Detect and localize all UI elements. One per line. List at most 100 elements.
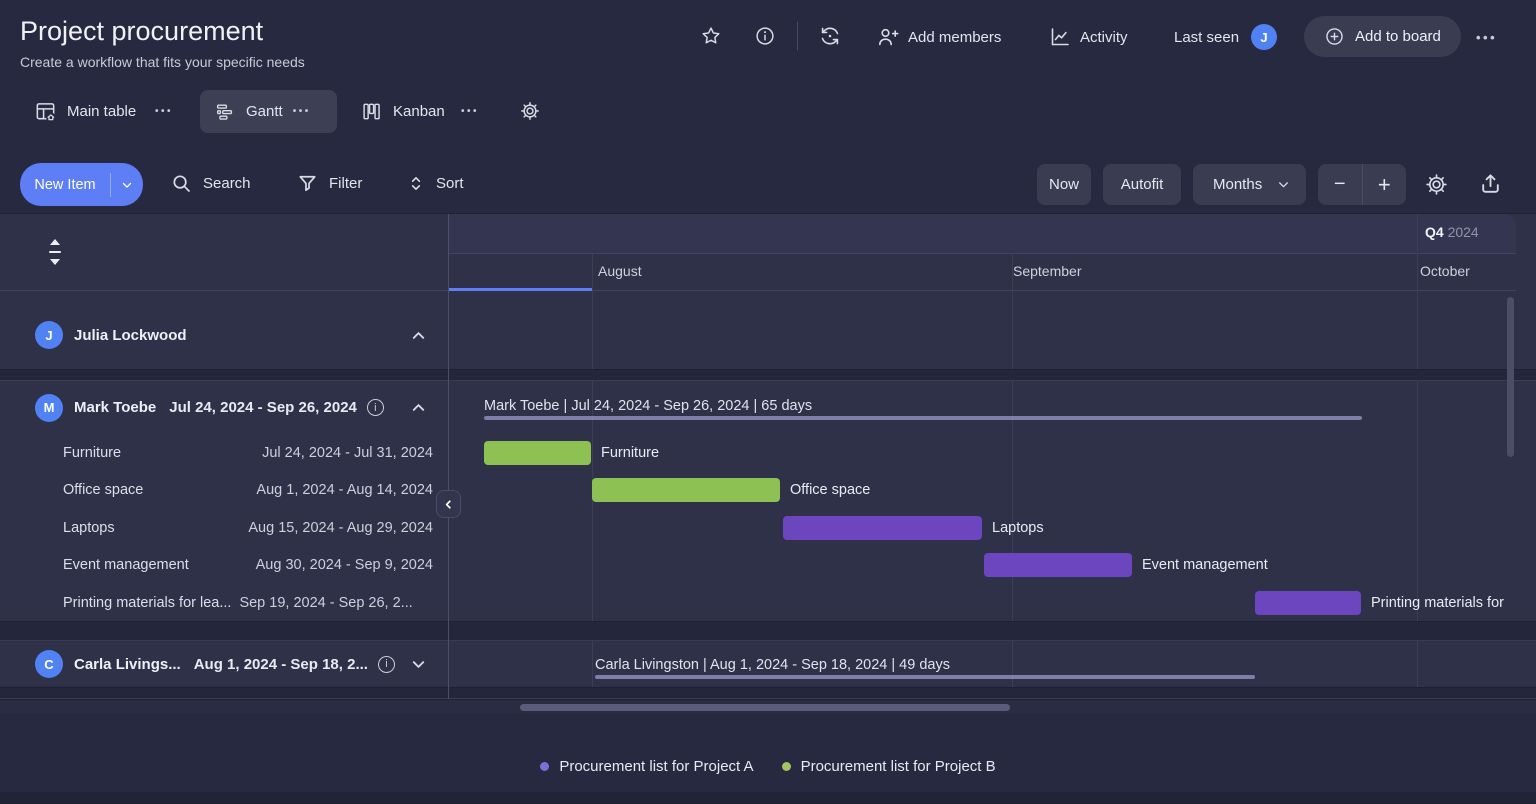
task-name: Office space bbox=[63, 482, 143, 498]
zoom-in-button[interactable]: + bbox=[1363, 172, 1407, 198]
new-item-split-button[interactable]: New Item bbox=[20, 163, 143, 206]
star-icon bbox=[700, 25, 722, 47]
avatar-julia: J bbox=[35, 321, 63, 349]
sort-label: Sort bbox=[436, 175, 464, 192]
group-summary-carla: Carla Livingston | Aug 1, 2024 - Sep 18,… bbox=[595, 656, 950, 674]
gantt-icon bbox=[214, 101, 236, 123]
table-home-icon bbox=[34, 100, 57, 123]
tab-kanban-label: Kanban bbox=[393, 103, 445, 120]
row-height-icon bbox=[44, 237, 66, 267]
hscrollbar-thumb[interactable] bbox=[520, 704, 1010, 711]
zoom-out-button[interactable]: − bbox=[1318, 173, 1362, 196]
export-button[interactable] bbox=[1478, 171, 1503, 196]
tab-gantt-label: Gantt bbox=[246, 103, 283, 120]
gantt-settings-button[interactable] bbox=[1424, 172, 1449, 197]
gantt-bar-label: Furniture bbox=[601, 444, 659, 462]
task-dates: Aug 15, 2024 - Aug 29, 2024 bbox=[248, 520, 433, 536]
search-button[interactable]: Search bbox=[170, 172, 251, 195]
page-title: Project procurement bbox=[20, 16, 263, 47]
task-row-laptops[interactable]: Laptops Aug 15, 2024 - Aug 29, 2024 bbox=[0, 509, 448, 546]
main-table-more-icon[interactable]: ••• bbox=[155, 106, 173, 117]
now-label: Now bbox=[1049, 176, 1079, 193]
chevron-up-icon[interactable] bbox=[409, 326, 428, 345]
task-name: Furniture bbox=[63, 445, 121, 461]
last-seen-label: Last seen bbox=[1174, 29, 1239, 46]
vscrollbar-thumb[interactable] bbox=[1507, 297, 1514, 457]
task-row-office-space[interactable]: Office space Aug 1, 2024 - Aug 14, 2024 bbox=[0, 471, 448, 508]
now-button[interactable]: Now bbox=[1037, 164, 1091, 205]
kanban-more-icon[interactable]: ••• bbox=[461, 106, 479, 117]
gantt-more-icon[interactable]: ••• bbox=[293, 106, 311, 117]
group-name-carla: Carla Livings... bbox=[74, 656, 181, 673]
board-legend: Procurement list for Project A Procureme… bbox=[0, 758, 1536, 775]
tab-gantt[interactable]: Gantt ••• bbox=[200, 90, 337, 133]
zoom-unit-select[interactable]: Months bbox=[1193, 164, 1306, 205]
task-name: Event management bbox=[63, 557, 189, 573]
new-item-button[interactable]: New Item bbox=[20, 177, 110, 193]
activity-button[interactable]: Activity bbox=[1048, 24, 1128, 50]
sort-button[interactable]: Sort bbox=[406, 172, 464, 195]
timeline-header-border bbox=[0, 290, 1516, 291]
favorite-button[interactable] bbox=[700, 25, 722, 47]
task-row-printing-materials[interactable]: Printing materials for lea... Sep 19, 20… bbox=[0, 584, 448, 621]
group-summary-bar-carla[interactable] bbox=[595, 675, 1255, 679]
gear-icon bbox=[1424, 172, 1449, 197]
gantt-bar-laptops[interactable] bbox=[783, 516, 982, 540]
autofit-label: Autofit bbox=[1121, 176, 1164, 193]
add-to-board-button[interactable]: Add to board bbox=[1304, 16, 1461, 57]
quarter-label: Q4 2024 bbox=[1425, 224, 1479, 240]
kanban-icon bbox=[360, 100, 383, 123]
chevron-down-icon[interactable] bbox=[409, 655, 428, 674]
chevron-down-icon bbox=[121, 179, 133, 191]
task-dates: Sep 19, 2024 - Sep 26, 2... bbox=[239, 595, 412, 611]
tab-kanban[interactable]: Kanban bbox=[354, 90, 451, 133]
plus-circle-icon bbox=[1324, 26, 1345, 47]
chevron-up-icon[interactable] bbox=[409, 398, 428, 417]
activity-chart-icon bbox=[1048, 25, 1072, 49]
legend-label: Procurement list for Project B bbox=[801, 758, 996, 775]
views-settings-button[interactable] bbox=[519, 100, 541, 122]
integrate-button[interactable] bbox=[818, 24, 842, 48]
collapse-panel-button[interactable] bbox=[436, 490, 461, 518]
search-icon bbox=[170, 172, 193, 195]
gantt-bar-office-space[interactable] bbox=[592, 478, 780, 502]
task-name: Printing materials for lea... bbox=[63, 595, 231, 611]
group-name-mark: Mark Toebe bbox=[74, 399, 156, 416]
legend-label: Procurement list for Project A bbox=[559, 758, 753, 775]
gantt-bar-printing-materials[interactable] bbox=[1255, 591, 1361, 615]
info-icon[interactable]: i bbox=[378, 656, 395, 673]
month-label-august: August bbox=[598, 263, 642, 279]
chevron-down-icon bbox=[1277, 178, 1290, 191]
hscrollbar-track[interactable] bbox=[0, 699, 1536, 713]
last-seen[interactable]: Last seen J bbox=[1174, 23, 1277, 51]
new-item-dropdown-button[interactable] bbox=[111, 179, 143, 191]
group-separator bbox=[0, 621, 1536, 641]
footer-band bbox=[0, 792, 1536, 804]
group-name-julia: Julia Lockwood bbox=[74, 327, 187, 344]
group-dates-carla: Aug 1, 2024 - Sep 18, 2... bbox=[194, 656, 368, 673]
gantt-bar-label: Printing materials for bbox=[1371, 594, 1504, 612]
row-height-button[interactable] bbox=[44, 237, 66, 267]
quarter-name: Q4 bbox=[1425, 224, 1444, 240]
export-icon bbox=[1478, 171, 1503, 196]
autofit-button[interactable]: Autofit bbox=[1103, 164, 1181, 205]
gantt-bar-event-management[interactable] bbox=[984, 553, 1132, 577]
group-summary-bar-mark[interactable] bbox=[484, 416, 1362, 420]
panel-divider[interactable] bbox=[448, 214, 449, 699]
group-row-mark[interactable]: M Mark Toebe Jul 24, 2024 - Sep 26, 2024… bbox=[0, 381, 448, 434]
legend-item-project-a: Procurement list for Project A bbox=[540, 758, 753, 775]
info-icon[interactable]: i bbox=[367, 399, 384, 416]
gantt-bar-furniture[interactable] bbox=[484, 441, 591, 465]
tab-main-table[interactable]: Main table bbox=[28, 90, 142, 133]
person-plus-icon bbox=[876, 25, 900, 49]
group-row-carla[interactable]: C Carla Livings... Aug 1, 2024 - Sep 18,… bbox=[0, 641, 448, 687]
group-row-julia[interactable]: J Julia Lockwood bbox=[0, 301, 448, 369]
info-button[interactable] bbox=[754, 25, 776, 47]
filter-button[interactable]: Filter bbox=[296, 172, 362, 195]
task-row-furniture[interactable]: Furniture Jul 24, 2024 - Jul 31, 2024 bbox=[0, 434, 448, 471]
page-subtitle: Create a workflow that fits your specifi… bbox=[20, 54, 305, 70]
gantt-bar-label: Event management bbox=[1142, 556, 1268, 574]
add-members-button[interactable]: Add members bbox=[876, 24, 1001, 50]
task-row-event-management[interactable]: Event management Aug 30, 2024 - Sep 9, 2… bbox=[0, 546, 448, 583]
board-more-icon[interactable]: ••• bbox=[1476, 30, 1497, 45]
